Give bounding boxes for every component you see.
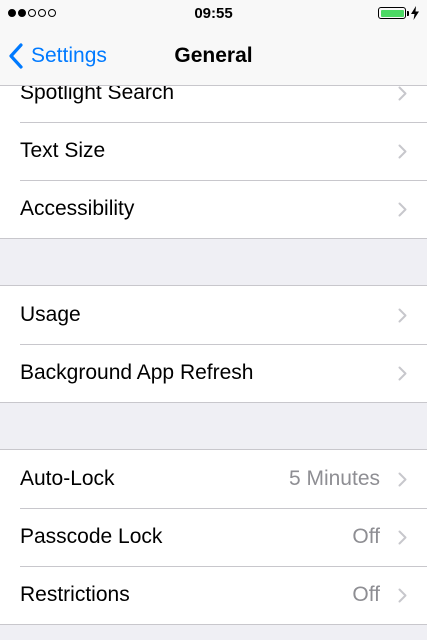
row-spotlight-search[interactable]: Spotlight Search [0, 86, 427, 122]
row-label: Auto-Lock [20, 467, 115, 490]
status-bar: 09:55 [0, 0, 427, 28]
row-value: Off [352, 525, 380, 548]
row-label: Passcode Lock [20, 525, 163, 548]
row-value: 5 Minutes [288, 467, 380, 490]
row-label: Spotlight Search [20, 86, 175, 104]
chevron-right-icon [398, 472, 407, 487]
settings-group: Usage Background App Refresh [0, 285, 427, 403]
row-text-size[interactable]: Text Size [0, 122, 427, 180]
row-background-app-refresh[interactable]: Background App Refresh [0, 344, 427, 402]
charging-bolt-icon [411, 6, 419, 20]
row-label: Restrictions [20, 583, 130, 606]
row-auto-lock[interactable]: Auto-Lock 5 Minutes [0, 450, 427, 508]
row-passcode-lock[interactable]: Passcode Lock Off [0, 508, 427, 566]
row-label: Usage [20, 303, 81, 326]
settings-list[interactable]: Spotlight Search Text Size Accessibility… [0, 86, 427, 640]
chevron-right-icon [398, 366, 407, 381]
settings-group: Spotlight Search Text Size Accessibility [0, 86, 427, 239]
navigation-bar: Settings General [0, 28, 427, 86]
row-label: Background App Refresh [20, 361, 254, 384]
settings-group: Auto-Lock 5 Minutes Passcode Lock Off Re… [0, 449, 427, 625]
row-label: Accessibility [20, 197, 135, 220]
battery-icon [378, 7, 406, 19]
row-accessibility[interactable]: Accessibility [0, 180, 427, 238]
status-time: 09:55 [194, 5, 233, 22]
page-title: General [174, 44, 253, 67]
row-label: Text Size [20, 139, 106, 162]
chevron-right-icon [398, 530, 407, 545]
battery-tip [407, 11, 409, 16]
row-restrictions[interactable]: Restrictions Off [0, 566, 427, 624]
chevron-right-icon [398, 202, 407, 217]
chevron-right-icon [398, 86, 407, 101]
chevron-right-icon [398, 308, 407, 323]
battery-fill [380, 9, 404, 17]
chevron-right-icon [398, 144, 407, 159]
chevron-right-icon [398, 588, 407, 603]
row-value: Off [352, 583, 380, 606]
row-usage[interactable]: Usage [0, 286, 427, 344]
